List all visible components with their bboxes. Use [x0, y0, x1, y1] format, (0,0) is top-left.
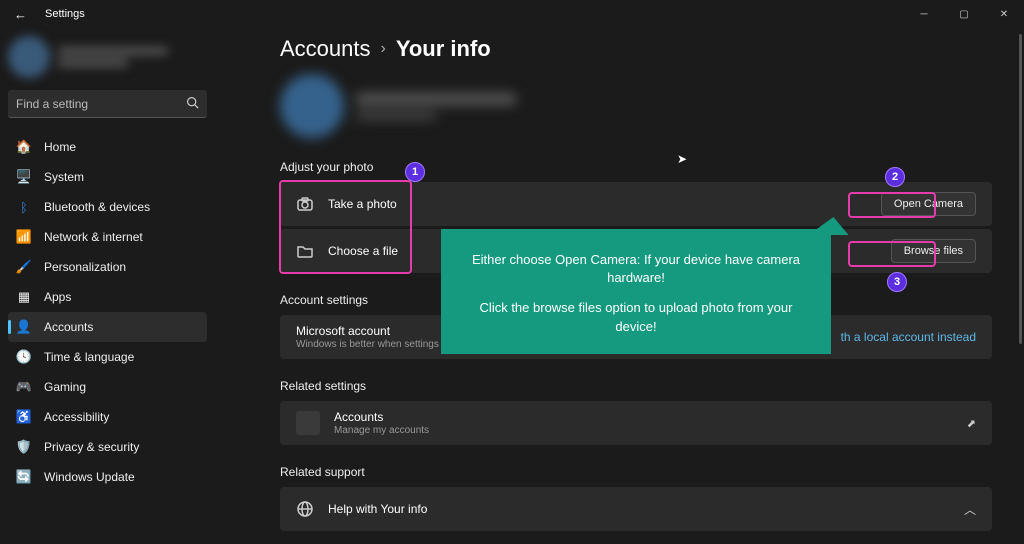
nav-accessibility[interactable]: ♿Accessibility: [8, 402, 207, 432]
page-title: Your info: [396, 36, 491, 62]
search-placeholder: Find a setting: [16, 97, 186, 111]
nav-system[interactable]: 🖥️System: [8, 162, 207, 192]
back-button[interactable]: ←: [14, 7, 27, 22]
nav-list: 🏠Home 🖥️System ᛒBluetooth & devices 📶Net…: [8, 132, 207, 492]
row-accounts-related[interactable]: Accounts Manage my accounts ⬈: [280, 401, 992, 445]
nav-time[interactable]: 🕓Time & language: [8, 342, 207, 372]
nav-gaming[interactable]: 🎮Gaming: [8, 372, 207, 402]
local-account-link[interactable]: th a local account instead: [841, 330, 976, 344]
globe-icon: [296, 500, 314, 518]
apps-icon: ▦: [16, 289, 32, 305]
minimize-button[interactable]: ─: [904, 0, 944, 28]
update-icon: 🔄: [16, 469, 32, 485]
clock-icon: 🕓: [16, 349, 32, 365]
chevron-up-icon[interactable]: ︿: [964, 501, 976, 518]
window-controls: ─ ▢ ✕: [904, 0, 1024, 28]
nav-home[interactable]: 🏠Home: [8, 132, 207, 162]
search-input[interactable]: Find a setting: [8, 90, 207, 118]
row-help[interactable]: Help with Your info ︿: [280, 487, 992, 531]
tooltip-line-2: Click the browse files option to upload …: [461, 299, 811, 335]
section-related-support: Related support: [280, 465, 992, 479]
home-icon: 🏠: [16, 139, 32, 155]
mouse-cursor-icon: ➤: [677, 152, 687, 166]
close-button[interactable]: ✕: [984, 0, 1024, 28]
wifi-icon: 📶: [16, 229, 32, 245]
nav-bluetooth[interactable]: ᛒBluetooth & devices: [8, 192, 207, 222]
shield-icon: 🛡️: [16, 439, 32, 455]
nav-network[interactable]: 📶Network & internet: [8, 222, 207, 252]
breadcrumb: Accounts › Your info: [280, 36, 992, 62]
nav-accounts[interactable]: 👤Accounts: [8, 312, 207, 342]
annotation-badge-2: 2: [885, 167, 905, 187]
maximize-button[interactable]: ▢: [944, 0, 984, 28]
highlight-box-2: [848, 192, 936, 218]
nav-privacy[interactable]: 🛡️Privacy & security: [8, 432, 207, 462]
system-icon: 🖥️: [16, 169, 32, 185]
annotation-badge-3: 3: [887, 272, 907, 292]
gaming-icon: 🎮: [16, 379, 32, 395]
highlight-box-3: [848, 241, 936, 267]
brush-icon: 🖌️: [16, 259, 32, 275]
square-icon: [296, 411, 320, 435]
nav-update[interactable]: 🔄Windows Update: [8, 462, 207, 492]
profile-header: [280, 74, 992, 138]
help-label: Help with Your info: [328, 502, 427, 516]
nav-personalization[interactable]: 🖌️Personalization: [8, 252, 207, 282]
chevron-right-icon: ›: [381, 40, 386, 58]
tooltip-line-1: Either choose Open Camera: If your devic…: [461, 251, 811, 287]
accounts-title: Accounts: [334, 410, 429, 424]
section-related-settings: Related settings: [280, 379, 992, 393]
scrollbar[interactable]: [1019, 34, 1022, 344]
window-title: Settings: [45, 8, 85, 20]
nav-apps[interactable]: ▦Apps: [8, 282, 207, 312]
search-icon: [186, 96, 199, 112]
annotation-tooltip: Either choose Open Camera: If your devic…: [441, 229, 831, 354]
breadcrumb-parent[interactable]: Accounts: [280, 36, 371, 62]
accessibility-icon: ♿: [16, 409, 32, 425]
avatar: [280, 74, 344, 138]
person-icon: 👤: [16, 319, 32, 335]
bluetooth-icon: ᛒ: [16, 199, 32, 215]
highlight-box-1: [279, 180, 412, 274]
annotation-badge-1: 1: [405, 162, 425, 182]
title-bar: ← Settings: [0, 0, 1024, 28]
sidebar-user-block[interactable]: [8, 34, 207, 80]
open-external-icon[interactable]: ⬈: [967, 417, 976, 430]
accounts-sub: Manage my accounts: [334, 425, 429, 436]
sidebar: Find a setting 🏠Home 🖥️System ᛒBluetooth…: [0, 28, 215, 492]
